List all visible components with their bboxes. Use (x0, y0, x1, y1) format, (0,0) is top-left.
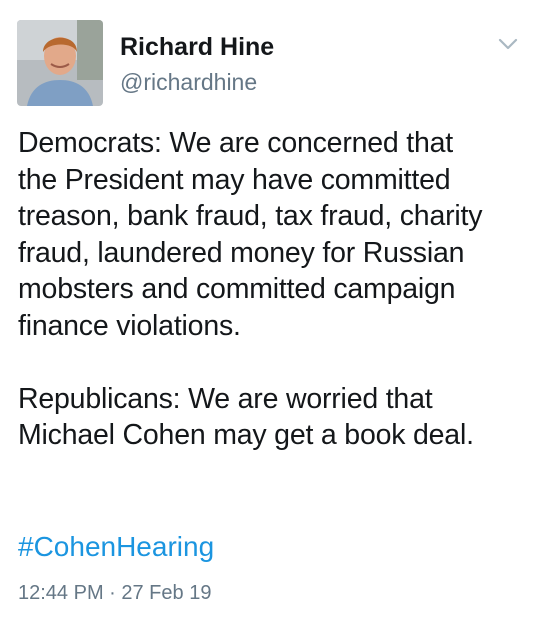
tweet-text: Democrats: We are concerned that the Pre… (18, 125, 538, 454)
user-handle[interactable]: @richardhine (120, 68, 257, 96)
tweet-card: Richard Hine @richardhine Democrats: We … (0, 0, 552, 630)
tweet-timestamp[interactable]: 12:44 PM · 27 Feb 19 (18, 581, 211, 605)
chevron-down-icon[interactable] (497, 36, 519, 52)
tweet-paragraph: Democrats: We are concerned that the Pre… (18, 127, 483, 342)
avatar[interactable] (17, 20, 103, 106)
profile-photo-icon (17, 20, 103, 106)
hashtag-link[interactable]: #CohenHearing (18, 530, 214, 564)
display-name[interactable]: Richard Hine (120, 32, 274, 62)
tweet-paragraph: Republicans: We are worried that Michael… (18, 382, 474, 452)
